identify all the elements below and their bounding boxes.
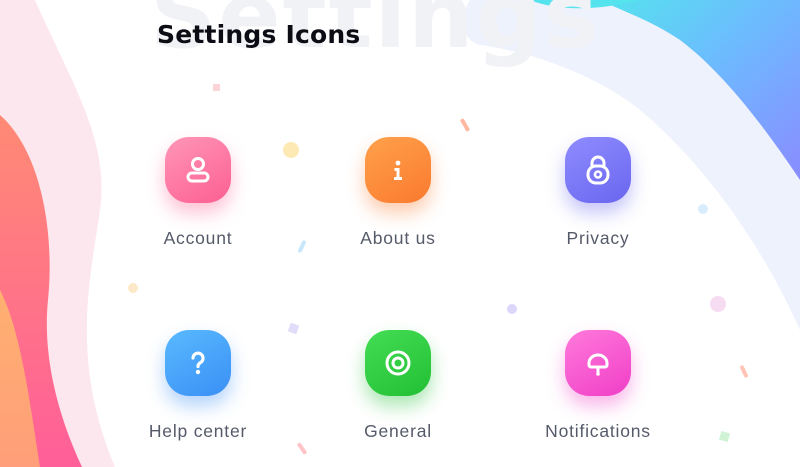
settings-item-label: Notifications (545, 421, 651, 441)
settings-item-label: Privacy (566, 228, 630, 248)
settings-item-account[interactable]: Account (128, 137, 268, 257)
bell-icon (565, 330, 631, 396)
info-icon (365, 137, 431, 203)
settings-item-privacy[interactable]: Privacy (528, 137, 668, 257)
help-icon (165, 330, 231, 396)
settings-item-label: About us (360, 228, 436, 248)
settings-item-label: Account (163, 228, 233, 248)
page-title: Settings Icons (157, 20, 361, 49)
settings-item-about-us[interactable]: About us (328, 137, 468, 257)
target-icon (365, 330, 431, 396)
settings-item-notifications[interactable]: Notifications (528, 330, 668, 450)
settings-item-help-center[interactable]: Help center (128, 330, 268, 450)
account-icon (165, 137, 231, 203)
settings-item-general[interactable]: General (328, 330, 468, 450)
settings-item-label: Help center (148, 421, 248, 441)
lock-icon (565, 137, 631, 203)
settings-item-label: General (364, 421, 432, 441)
